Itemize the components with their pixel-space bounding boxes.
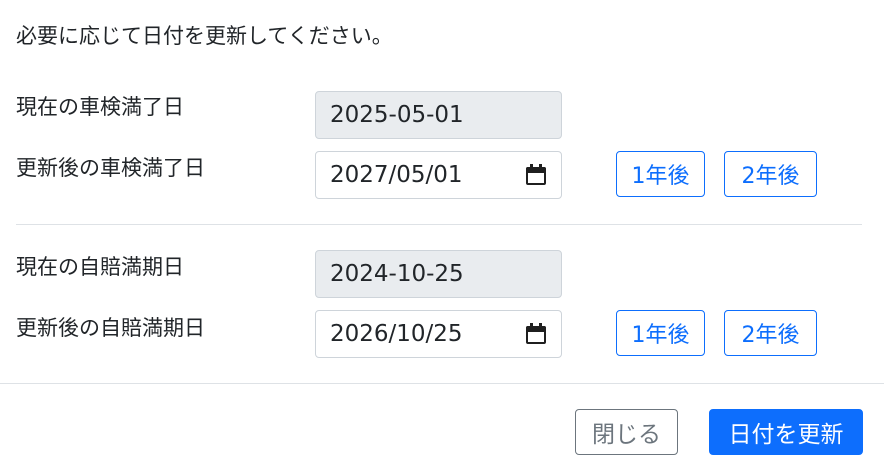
inspection-plus-1-year-button[interactable]: 1年後 <box>616 151 705 197</box>
new-insurance-date-input[interactable]: 2026/10/25 <box>315 310 562 358</box>
current-insurance-field: 2024-10-25 <box>315 250 562 298</box>
current-inspection-label: 現在の車検満了日 <box>16 95 184 119</box>
insurance-plus-2-years-button[interactable]: 2年後 <box>724 310 817 356</box>
update-dates-button[interactable]: 日付を更新 <box>709 409 863 455</box>
insurance-plus-1-year-button[interactable]: 1年後 <box>616 310 705 356</box>
new-inspection-date-input[interactable]: 2027/05/01 <box>315 151 562 199</box>
inspection-plus-2-years-button[interactable]: 2年後 <box>724 151 817 197</box>
instruction-text: 必要に応じて日付を更新してください。 <box>16 24 393 48</box>
new-insurance-value: 2026/10/25 <box>330 321 463 347</box>
current-inspection-value: 2025-05-01 <box>330 102 464 128</box>
current-insurance-label: 現在の自賠満期日 <box>16 255 184 279</box>
current-inspection-field: 2025-05-01 <box>315 91 562 139</box>
calendar-icon[interactable] <box>525 323 547 345</box>
new-inspection-value: 2027/05/01 <box>330 162 463 188</box>
new-inspection-label: 更新後の車検満了日 <box>16 156 205 180</box>
current-insurance-value: 2024-10-25 <box>330 261 464 287</box>
section-divider <box>16 224 862 225</box>
new-insurance-label: 更新後の自賠満期日 <box>16 316 205 340</box>
calendar-icon[interactable] <box>525 164 547 186</box>
footer-divider <box>0 383 884 384</box>
close-button[interactable]: 閉じる <box>575 409 678 455</box>
